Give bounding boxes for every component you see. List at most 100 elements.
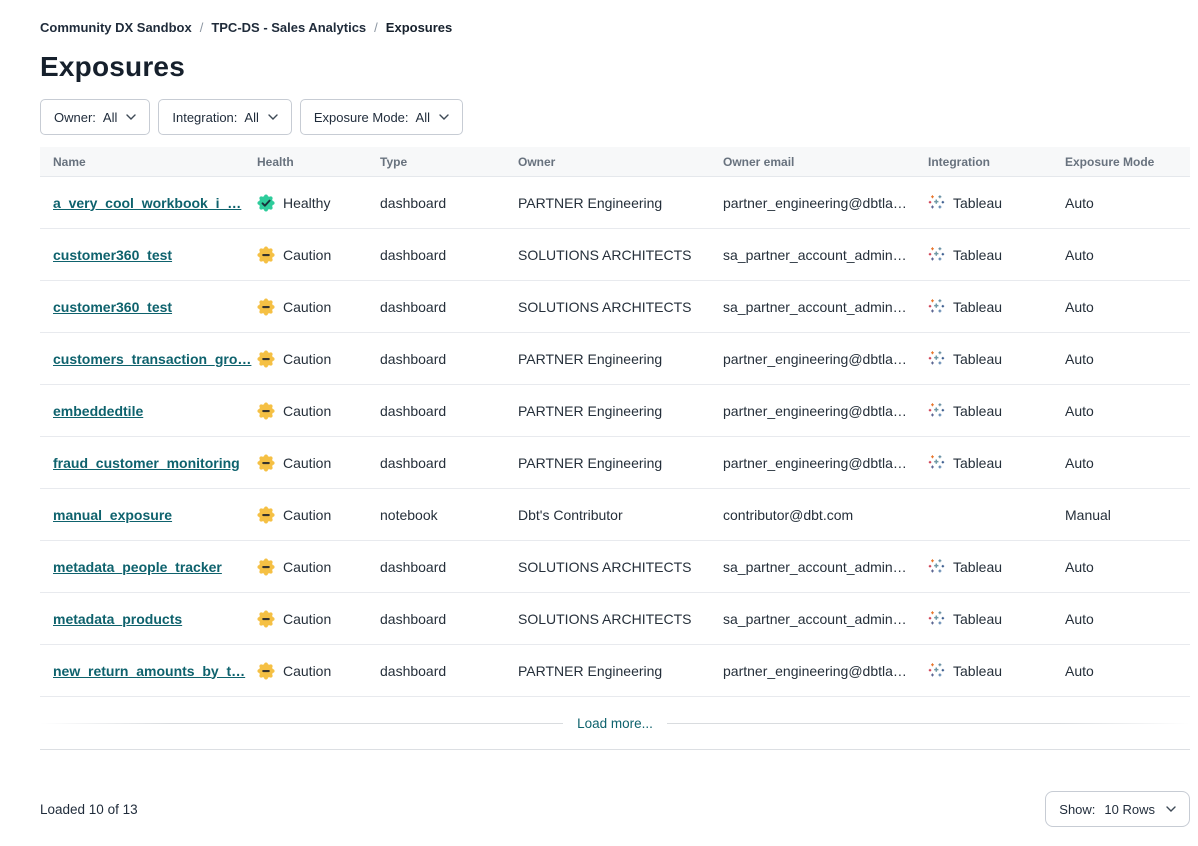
divider xyxy=(667,723,1190,724)
divider xyxy=(40,749,1190,750)
exposure-mode-cell: Auto xyxy=(1065,403,1190,419)
table-row: metadata_people_tracker xyxy=(40,541,1190,593)
health-label: Caution xyxy=(283,247,331,263)
exposure-mode-cell: Auto xyxy=(1065,559,1190,575)
load-more-link[interactable]: Load more... xyxy=(577,716,653,731)
table-row: metadata_products xyxy=(40,593,1190,645)
owner-cell: PARTNER Engineering xyxy=(518,351,723,367)
integration-label: Tableau xyxy=(953,247,1002,263)
exposure-mode-cell: Manual xyxy=(1065,507,1190,523)
health-cell: Healthy xyxy=(257,194,380,212)
table-footer: Loaded 10 of 13 Show: 10 Rows xyxy=(40,791,1190,827)
tableau-icon xyxy=(928,350,945,367)
name-cell: customer360_test xyxy=(53,247,257,263)
breadcrumb-item-environment[interactable]: TPC-DS - Sales Analytics xyxy=(211,20,366,35)
exposure-name-link[interactable]: metadata_products xyxy=(53,611,182,627)
page-title: Exposures xyxy=(40,51,1190,83)
integration-label: Tableau xyxy=(953,611,1002,627)
exposure-name-link[interactable]: a_very_cool_workbook_i_… xyxy=(53,195,241,211)
integration-cell: Tableau xyxy=(928,454,1065,471)
integration-label: Tableau xyxy=(953,195,1002,211)
tableau-icon xyxy=(928,402,945,419)
health-label: Caution xyxy=(283,299,331,315)
exposure-name-link[interactable]: customers_transaction_gro… xyxy=(53,351,251,367)
integration-label: Tableau xyxy=(953,351,1002,367)
filter-integration-value: All xyxy=(244,110,258,125)
owner-email-cell: sa_partner_account_admin… xyxy=(723,559,928,575)
column-header-name: Name xyxy=(53,155,257,169)
integration-label: Tableau xyxy=(953,403,1002,419)
show-rows-button[interactable]: Show: 10 Rows xyxy=(1045,791,1190,827)
column-header-owner-email: Owner email xyxy=(723,155,928,169)
chevron-down-icon xyxy=(268,114,278,120)
filter-exposure-mode[interactable]: Exposure Mode: All xyxy=(300,99,463,135)
exposure-name-link[interactable]: manual_exposure xyxy=(53,507,172,523)
owner-email-cell: sa_partner_account_admin… xyxy=(723,611,928,627)
exposure-name-link[interactable]: customer360_test xyxy=(53,299,172,315)
exposure-mode-cell: Auto xyxy=(1065,351,1190,367)
health-cell: Caution xyxy=(257,506,380,524)
health-cell: Caution xyxy=(257,454,380,472)
filter-bar: Owner: All Integration: All Exposure Mod… xyxy=(40,99,1190,135)
breadcrumb-separator: / xyxy=(200,20,204,35)
owner-email-cell: sa_partner_account_admin… xyxy=(723,299,928,315)
breadcrumb-item-project[interactable]: Community DX Sandbox xyxy=(40,20,192,35)
caution-dash-icon xyxy=(257,610,275,628)
health-cell: Caution xyxy=(257,298,380,316)
tableau-icon xyxy=(928,558,945,575)
integration-cell: Tableau xyxy=(928,350,1065,367)
exposure-mode-cell: Auto xyxy=(1065,455,1190,471)
name-cell: metadata_products xyxy=(53,611,257,627)
name-cell: new_return_amounts_by_t… xyxy=(53,663,257,679)
tableau-icon xyxy=(928,662,945,679)
exposure-name-link[interactable]: customer360_test xyxy=(53,247,172,263)
owner-cell: PARTNER Engineering xyxy=(518,195,723,211)
health-label: Caution xyxy=(283,507,331,523)
health-cell: Caution xyxy=(257,610,380,628)
caution-dash-icon xyxy=(257,506,275,524)
table-row: a_very_cool_workbook_i_… xyxy=(40,177,1190,229)
owner-cell: SOLUTIONS ARCHITECTS xyxy=(518,611,723,627)
exposure-name-link[interactable]: metadata_people_tracker xyxy=(53,559,222,575)
owner-cell: PARTNER Engineering xyxy=(518,403,723,419)
integration-cell: Tableau xyxy=(928,246,1065,263)
health-cell: Caution xyxy=(257,350,380,368)
name-cell: a_very_cool_workbook_i_… xyxy=(53,195,257,211)
exposure-name-link[interactable]: embeddedtile xyxy=(53,403,143,419)
health-label: Caution xyxy=(283,403,331,419)
owner-cell: PARTNER Engineering xyxy=(518,455,723,471)
caution-dash-icon xyxy=(257,454,275,472)
exposure-mode-cell: Auto xyxy=(1065,247,1190,263)
table-row: customer360_test xyxy=(40,281,1190,333)
exposure-mode-cell: Auto xyxy=(1065,663,1190,679)
filter-exposure-mode-label: Exposure Mode: xyxy=(314,110,409,125)
integration-label: Tableau xyxy=(953,299,1002,315)
owner-email-cell: contributor@dbt.com xyxy=(723,507,928,523)
owner-cell: SOLUTIONS ARCHITECTS xyxy=(518,559,723,575)
health-label: Healthy xyxy=(283,195,330,211)
breadcrumb-item-exposures: Exposures xyxy=(386,20,452,35)
caution-dash-icon xyxy=(257,402,275,420)
owner-cell: SOLUTIONS ARCHITECTS xyxy=(518,299,723,315)
type-cell: dashboard xyxy=(380,611,518,627)
table-row: customer360_test xyxy=(40,229,1190,281)
integration-label: Tableau xyxy=(953,663,1002,679)
name-cell: manual_exposure xyxy=(53,507,257,523)
integration-label: Tableau xyxy=(953,455,1002,471)
health-label: Caution xyxy=(283,663,331,679)
caution-dash-icon xyxy=(257,662,275,680)
tableau-icon xyxy=(928,246,945,263)
exposure-name-link[interactable]: new_return_amounts_by_t… xyxy=(53,663,245,679)
breadcrumb-separator: / xyxy=(374,20,378,35)
name-cell: fraud_customer_monitoring xyxy=(53,455,257,471)
integration-label: Tableau xyxy=(953,559,1002,575)
exposure-name-link[interactable]: fraud_customer_monitoring xyxy=(53,455,240,471)
loaded-count: Loaded 10 of 13 xyxy=(40,802,138,817)
filter-owner[interactable]: Owner: All xyxy=(40,99,150,135)
show-rows-value: 10 Rows xyxy=(1104,802,1155,817)
filter-integration[interactable]: Integration: All xyxy=(158,99,292,135)
column-header-health: Health xyxy=(257,155,380,169)
tableau-icon xyxy=(928,454,945,471)
health-label: Caution xyxy=(283,455,331,471)
caution-dash-icon xyxy=(257,298,275,316)
